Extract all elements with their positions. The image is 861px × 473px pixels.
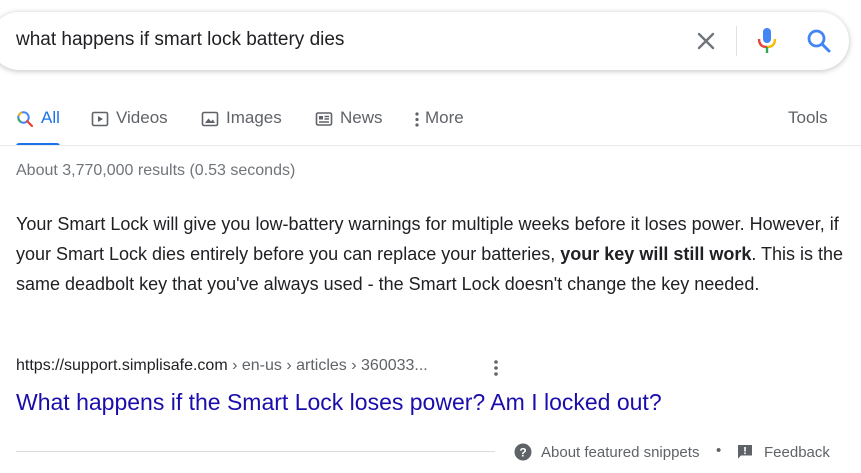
search-box[interactable]: what happens if smart lock battery dies <box>0 12 849 70</box>
tab-videos[interactable]: Videos <box>91 108 168 146</box>
search-icon <box>17 111 34 128</box>
search-divider <box>736 26 737 56</box>
tools-label: Tools <box>788 108 828 127</box>
close-icon[interactable] <box>694 29 718 53</box>
tab-news[interactable]: News <box>315 108 383 146</box>
breadcrumb-separator: › <box>346 357 362 374</box>
feedback-label: Feedback <box>764 443 830 461</box>
feedback-button[interactable]: Feedback <box>737 442 830 462</box>
tab-label: More <box>425 108 464 127</box>
tools-button[interactable]: Tools <box>788 108 828 146</box>
snippet-bold-text: your key will still work <box>560 244 752 264</box>
breadcrumb-segment: en-us <box>241 357 282 374</box>
snippet-divider <box>16 451 495 452</box>
about-snippets-label: About featured snippets <box>541 443 700 461</box>
more-vertical-icon <box>415 112 419 127</box>
svg-text:?: ? <box>519 446 526 460</box>
breadcrumb-separator: › <box>281 357 297 374</box>
tabs-divider <box>0 145 861 146</box>
help-icon: ? <box>514 443 532 461</box>
breadcrumb-separator: › <box>227 357 242 374</box>
cite-domain: https://support.simplisafe.com <box>16 357 228 374</box>
news-icon <box>315 112 333 126</box>
tab-label: News <box>340 108 383 127</box>
result-title-link[interactable]: What happens if the Smart Lock loses pow… <box>16 389 662 416</box>
featured-snippet-text: Your Smart Lock will give you low-batter… <box>16 209 846 299</box>
footer-separator: • <box>716 442 722 459</box>
search-input[interactable]: what happens if smart lock battery dies <box>16 29 344 51</box>
image-icon <box>201 111 219 127</box>
breadcrumb-segment: 360033... <box>361 357 428 374</box>
about-featured-snippets-button[interactable]: ? About featured snippets <box>514 442 699 462</box>
search-tabs: All Videos Images News More Tools <box>0 100 861 146</box>
result-stats: About 3,770,000 results (0.53 seconds) <box>16 162 296 179</box>
tab-images[interactable]: Images <box>201 108 282 146</box>
search-icon[interactable] <box>805 27 833 55</box>
result-breadcrumb[interactable]: https://support.simplisafe.com › en-us ›… <box>16 357 428 379</box>
tab-label: Videos <box>116 108 168 127</box>
tab-more[interactable]: More <box>412 108 464 146</box>
video-icon <box>91 111 109 127</box>
breadcrumb-segment: articles <box>296 357 347 374</box>
tab-all[interactable]: All <box>16 108 60 146</box>
feedback-icon <box>738 445 752 459</box>
more-options-icon[interactable] <box>488 358 504 378</box>
tab-label: All <box>41 108 60 127</box>
microphone-icon[interactable] <box>755 26 779 56</box>
tab-label: Images <box>226 108 282 127</box>
